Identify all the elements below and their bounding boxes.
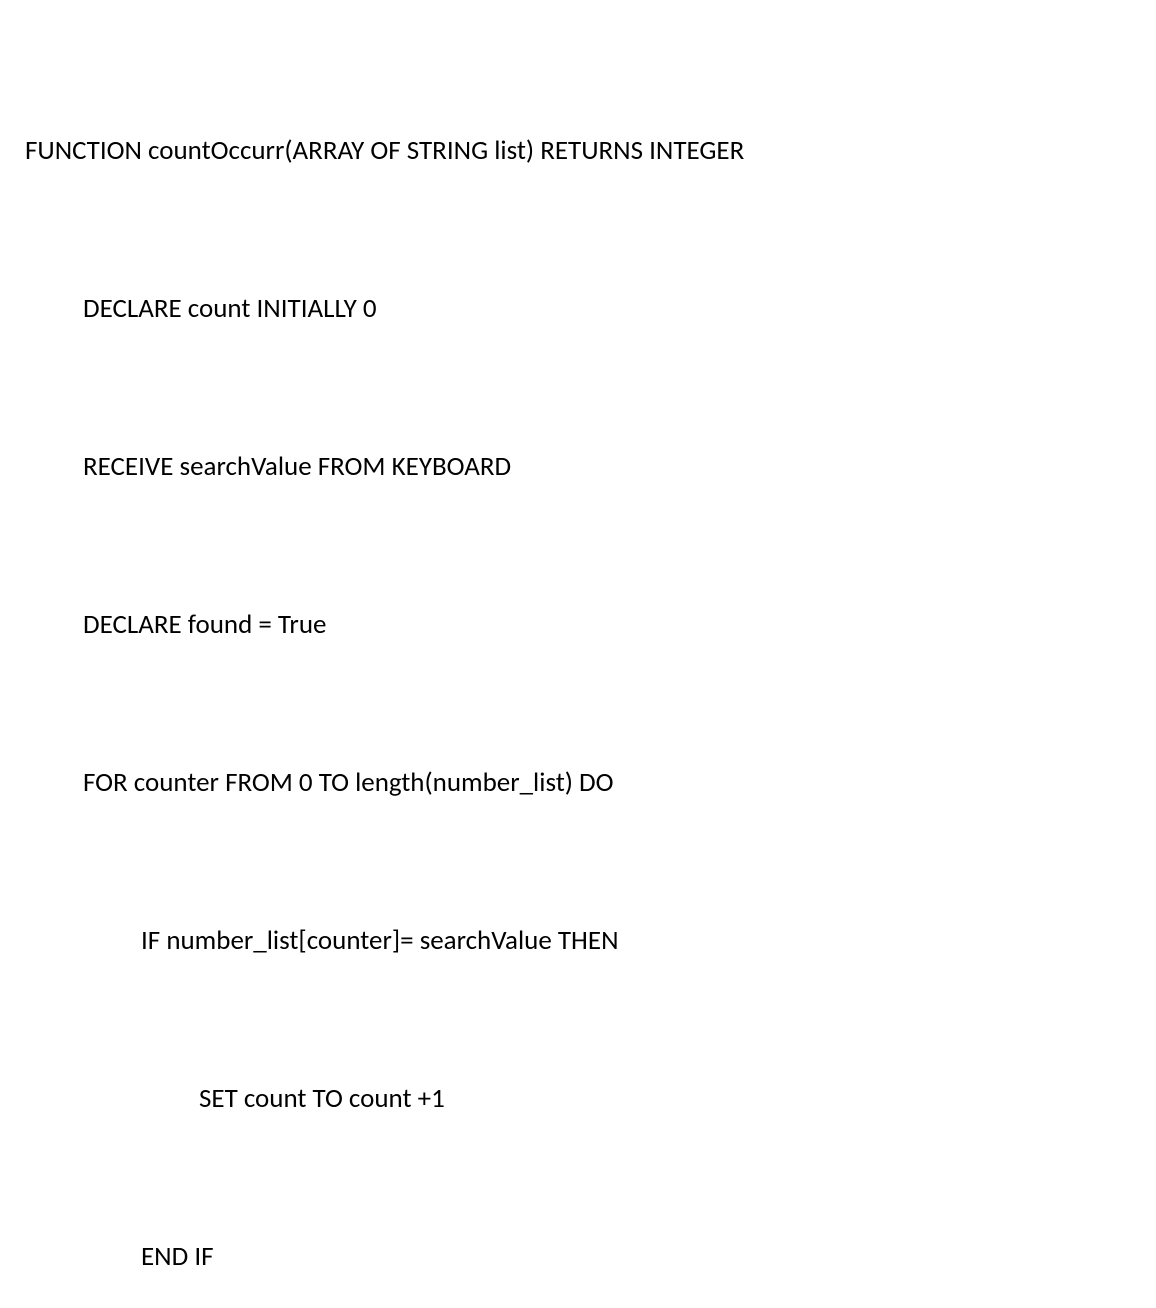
code-line-7: SET count TO count +1 <box>25 1073 1131 1126</box>
pseudocode-block: FUNCTION countOccurr(ARRAY OF STRING lis… <box>25 20 1131 1308</box>
code-line-1: FUNCTION countOccurr(ARRAY OF STRING lis… <box>25 125 1131 178</box>
code-line-8: END IF <box>25 1231 1131 1284</box>
code-line-5: FOR counter FROM 0 TO length(number_list… <box>25 757 1131 810</box>
code-line-6: IF number_list[counter]= searchValue THE… <box>25 915 1131 968</box>
code-line-2: DECLARE count INITIALLY 0 <box>25 283 1131 336</box>
code-line-4: DECLARE found = True <box>25 599 1131 652</box>
code-line-3: RECEIVE searchValue FROM KEYBOARD <box>25 441 1131 494</box>
